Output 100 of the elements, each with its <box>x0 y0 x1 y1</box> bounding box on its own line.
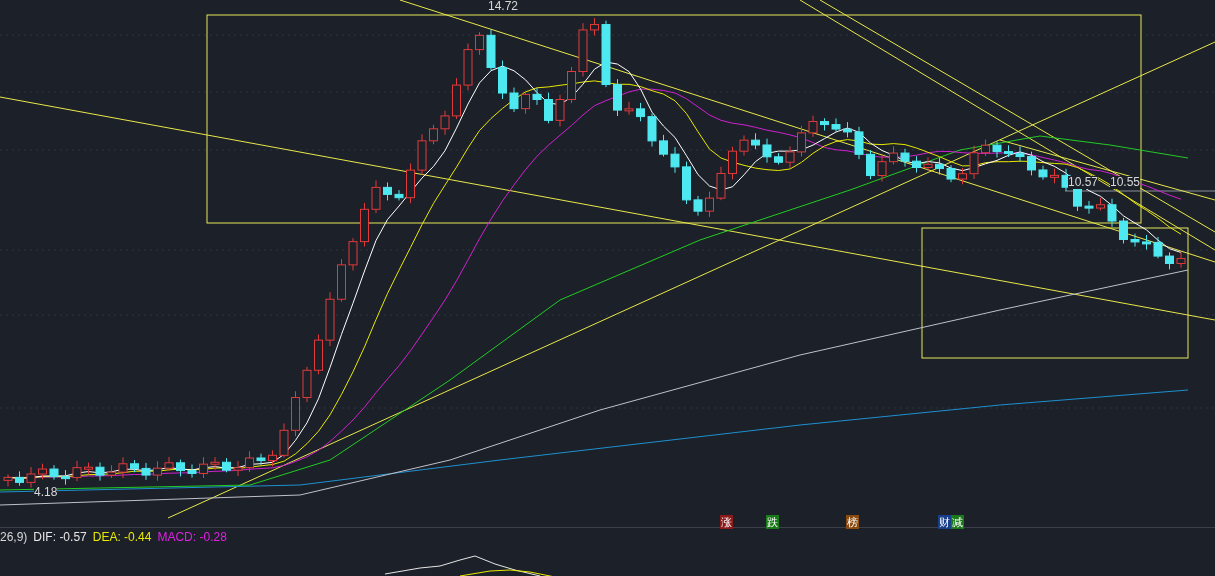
candlestick <box>923 156 933 172</box>
price-label: 14.72 <box>488 0 519 13</box>
candlestick <box>1038 165 1048 181</box>
candlestick <box>302 366 312 403</box>
indicator-value: DEA: -0.44 <box>92 530 152 545</box>
candlestick <box>1130 233 1140 248</box>
candlestick <box>981 139 990 157</box>
price-label: 4.18 <box>34 486 58 499</box>
candlestick <box>406 162 415 204</box>
candlestick <box>1084 200 1094 215</box>
candlestick <box>751 132 760 150</box>
candlestick <box>900 148 910 168</box>
candlestick <box>268 449 277 467</box>
candlestick <box>279 422 289 458</box>
candlestick <box>1004 144 1013 158</box>
candlestick <box>463 43 473 91</box>
candlestick <box>992 141 1002 159</box>
candlestick <box>820 117 829 131</box>
candlestick <box>935 157 944 176</box>
candlestick <box>291 390 300 437</box>
candlestick <box>728 146 737 180</box>
indicator-params: 26,9) <box>0 530 28 545</box>
candlestick <box>613 78 622 117</box>
candlestick <box>624 101 634 116</box>
candlestick <box>256 453 266 466</box>
event-marker[interactable]: 跌 <box>766 515 779 529</box>
indicator-value: MACD: -0.28 <box>157 530 227 545</box>
price-label: 10.57 <box>1068 176 1099 189</box>
candlestick <box>682 161 691 205</box>
candlestick <box>693 195 703 217</box>
candlestick <box>187 463 197 479</box>
candlestick <box>797 125 806 158</box>
candlestick <box>417 133 427 176</box>
candlestick <box>785 145 795 169</box>
candlestick <box>325 291 335 347</box>
candlestick <box>854 126 864 160</box>
candlestick <box>877 154 887 182</box>
candlestick <box>486 28 496 72</box>
candlestick <box>1107 198 1117 228</box>
indicator-value: DIF: -0.57 <box>33 530 87 545</box>
candlestick <box>1119 217 1128 244</box>
candlestick <box>38 463 47 480</box>
candlestick <box>222 457 231 473</box>
candlestick <box>555 94 565 127</box>
candlestick <box>498 60 507 100</box>
candlestick <box>647 113 657 148</box>
candlestick <box>360 202 369 247</box>
candlestick <box>199 456 208 479</box>
candlestick <box>61 469 70 486</box>
candlestick <box>475 31 484 56</box>
candlestick <box>567 66 576 104</box>
candlestick <box>521 90 530 115</box>
event-marker[interactable]: 减 <box>951 515 964 529</box>
candlestick <box>3 473 13 487</box>
candlestick <box>337 258 346 303</box>
candlestick <box>843 121 852 138</box>
candlestick <box>532 87 542 106</box>
candlestick <box>969 145 979 180</box>
candlestick <box>153 460 162 482</box>
candlestick <box>164 456 174 472</box>
candlestick <box>371 180 381 214</box>
candlestick <box>1142 234 1151 251</box>
candlestick <box>946 164 956 183</box>
candlestick <box>440 110 450 136</box>
candlestick <box>1096 197 1105 212</box>
candlestick <box>72 460 82 482</box>
candlestick <box>578 22 588 77</box>
candlestick <box>107 464 116 479</box>
candlestick <box>659 134 668 157</box>
candlestick <box>716 166 726 201</box>
candlestick <box>141 462 151 481</box>
candlestick <box>1165 251 1174 270</box>
candlestick <box>670 146 680 174</box>
candlestick <box>452 77 461 120</box>
candlestick <box>394 189 404 201</box>
candlestick <box>348 237 358 271</box>
candlestick <box>739 134 749 157</box>
candlestick <box>1015 145 1025 163</box>
candlestick <box>233 460 243 477</box>
candlestick <box>314 333 323 375</box>
candlestick <box>429 124 438 145</box>
candlestick <box>958 167 967 185</box>
candlestick <box>118 456 128 479</box>
candlestick <box>509 87 519 113</box>
candlestick <box>383 181 392 201</box>
event-marker[interactable]: 财 <box>938 515 951 529</box>
candlestick <box>808 115 818 138</box>
candlestick <box>245 450 254 473</box>
candlestick <box>866 149 875 180</box>
candlestick <box>590 17 599 36</box>
candlestick <box>705 191 714 218</box>
candlestick <box>544 92 553 124</box>
event-marker[interactable]: 涨 <box>720 515 733 529</box>
candlestick <box>95 461 105 482</box>
candlestick <box>176 459 185 477</box>
candlestick <box>26 466 36 489</box>
candlestick <box>762 138 772 164</box>
event-marker[interactable]: 榜 <box>846 515 859 529</box>
candlestick <box>15 470 24 487</box>
price-label: 10.55 <box>1110 176 1141 189</box>
